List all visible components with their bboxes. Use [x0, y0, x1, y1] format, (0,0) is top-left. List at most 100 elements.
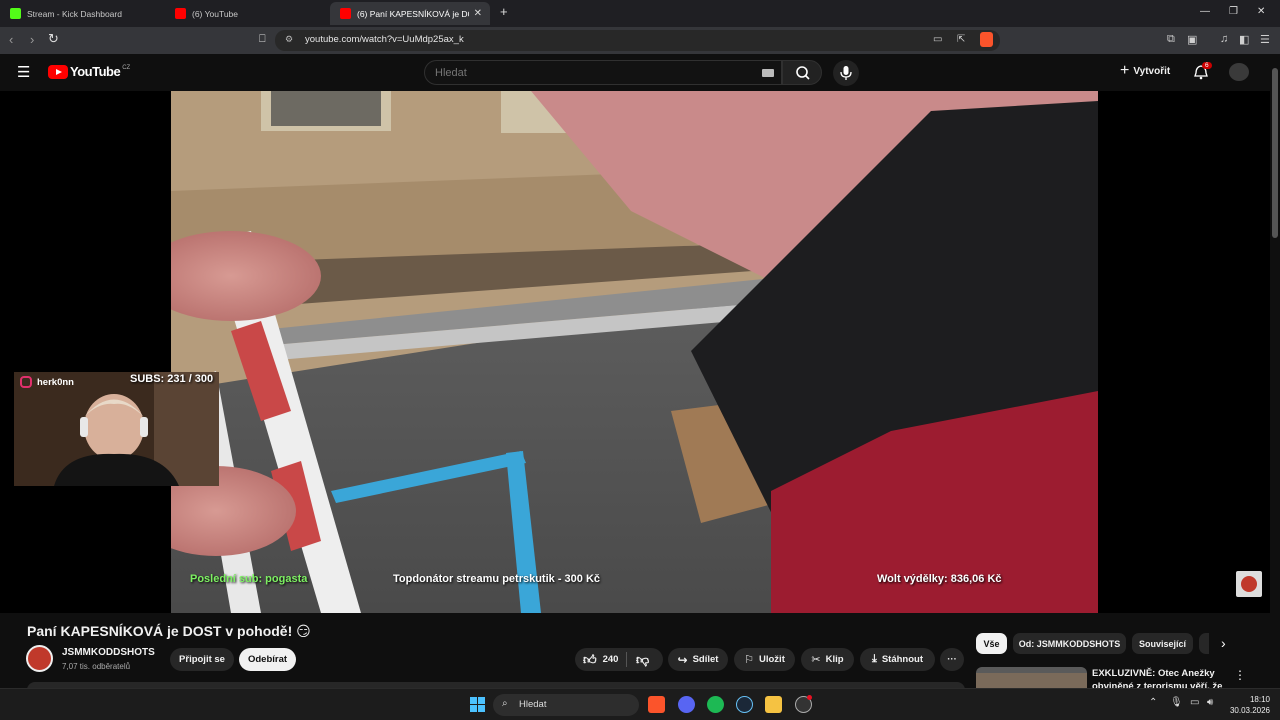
instagram-icon [20, 376, 32, 388]
search-input[interactable] [425, 61, 745, 84]
restore-icon[interactable]: ❐ [1229, 6, 1238, 17]
chip-related[interactable]: Související [1132, 633, 1193, 654]
search-button[interactable] [782, 60, 822, 85]
tab-kick-dashboard[interactable]: Stream - Kick Dashboard [0, 2, 165, 25]
back-icon[interactable]: ‹ [9, 32, 13, 47]
divider [626, 652, 627, 667]
reload-icon[interactable]: ↻ [48, 31, 59, 47]
chevron-right-icon[interactable]: › [1221, 635, 1226, 651]
steam-icon[interactable] [736, 696, 753, 713]
extensions-icon[interactable]: ⧉ [1167, 33, 1175, 46]
keyboard-icon[interactable] [762, 69, 774, 77]
country-code: CZ [122, 64, 131, 71]
download-button[interactable]: ⤓ Stáhnout [860, 648, 935, 671]
subs-goal-text: SUBS: 231 / 300 [130, 373, 214, 385]
notifications-button[interactable]: 6 [1193, 62, 1212, 85]
video-player[interactable]: Poslední sub: pogasta Topdonátor streamu… [0, 91, 1270, 613]
like-button[interactable]: 👍︎ [583, 652, 597, 668]
youtube-logo[interactable]: YouTube CZ [48, 64, 130, 79]
chip-partial[interactable] [1199, 633, 1209, 654]
brave-browser-icon[interactable] [648, 696, 665, 713]
kebab-menu-icon[interactable]: ⋮ [1234, 668, 1246, 682]
tab-youtube[interactable]: (6) YouTube [165, 2, 330, 25]
taskbar-search-placeholder: Hledat [519, 699, 547, 710]
tab-label: (6) Paní KAPESNÍKOVÁ je DOST v [357, 8, 469, 19]
system-clock[interactable]: 18:10 30.03.2026 [1228, 694, 1270, 716]
discord-icon[interactable] [678, 696, 695, 713]
search-icon [796, 66, 810, 80]
channel-watermark[interactable] [1236, 571, 1262, 597]
create-label: Vytvořit [1133, 65, 1171, 77]
tab-label: Stream - Kick Dashboard [27, 8, 122, 19]
create-button[interactable]: + Vytvořit [1120, 62, 1171, 79]
video-title: Paní KAPESNÍKOVÁ je DOST v pohodě! 😏 [27, 623, 311, 639]
brave-shield-icon[interactable] [980, 32, 993, 47]
share-icon: ↪ [677, 652, 688, 667]
instagram-handle: herk0nn [37, 376, 74, 388]
minimize-icon[interactable]: — [1200, 6, 1210, 17]
start-button[interactable] [470, 697, 485, 712]
close-window-icon[interactable]: ✕ [1257, 6, 1265, 17]
spotify-icon[interactable] [707, 696, 724, 713]
share-button[interactable]: ↪ Sdílet [668, 648, 728, 671]
tray-chevron-icon[interactable]: ⌃ [1149, 697, 1157, 708]
youtube-favicon-icon [340, 8, 351, 19]
sidebar-toggle-icon[interactable]: ◧ [1239, 33, 1249, 46]
video-scene-image [171, 91, 1098, 613]
file-explorer-icon[interactable] [765, 696, 782, 713]
wolt-earnings-text: Wolt výdělky: 836,06 Kč [877, 573, 1002, 585]
microphone-tray-icon[interactable]: 🎙︎ [1170, 697, 1183, 708]
cast-icon[interactable]: ▭ [933, 34, 942, 45]
watermark-logo-icon [1241, 576, 1257, 592]
network-icon[interactable]: ▭ [1190, 697, 1199, 708]
forward-icon[interactable]: › [30, 32, 34, 47]
page-scrollbar[interactable] [1270, 54, 1280, 688]
subscribe-button[interactable]: Odebírat [239, 648, 296, 671]
more-actions-button[interactable]: ··· [940, 648, 964, 671]
scrollbar-thumb[interactable] [1272, 68, 1278, 238]
share-page-icon[interactable]: ⇱ [957, 34, 965, 45]
microphone-icon [840, 66, 852, 80]
url-text: youtube.com/watch?v=UuMdp25ax_k [305, 34, 464, 45]
media-icon[interactable]: ♫ [1220, 33, 1228, 45]
browser-toolbar: ‹ › ↻ ⎕ ⚙ youtube.com/watch?v=UuMdp25ax_… [0, 27, 1280, 54]
wallet-icon[interactable]: ▣ [1187, 33, 1197, 46]
join-button[interactable]: Připojit se [170, 648, 234, 671]
volume-icon[interactable]: 🔊︎ [1207, 697, 1213, 708]
scissors-icon: ✂ [811, 654, 821, 666]
recording-indicator-icon [807, 695, 812, 700]
webcam-overlay: herk0nn SUBS: 231 / 300 [14, 372, 219, 486]
windows-taskbar: ⌕ Hledat ⌃ 🎙︎ ▭ 🔊︎ 18:10 30.03.2026 [0, 688, 1280, 720]
address-bar[interactable]: ⚙ youtube.com/watch?v=UuMdp25ax_k ▭ ⇱ [275, 30, 1000, 51]
streamer-webcam-image [14, 372, 219, 486]
share-label: Sdílet [692, 654, 719, 665]
clip-button[interactable]: ✂ Klip [801, 648, 854, 671]
voice-search-button[interactable] [833, 60, 859, 86]
tab-video-active[interactable]: (6) Paní KAPESNÍKOVÁ je DOST v ✕ [330, 2, 490, 25]
hamburger-menu-icon[interactable]: ☰ [17, 63, 30, 81]
taskbar-search[interactable]: ⌕ Hledat [493, 694, 639, 716]
channel-name[interactable]: JSMMKODDSHOTS [62, 647, 155, 658]
browser-tab-bar: Stream - Kick Dashboard (6) YouTube (6) … [0, 0, 1280, 27]
account-avatar[interactable] [1229, 63, 1249, 81]
menu-icon[interactable]: ☰ [1260, 33, 1270, 46]
subscriber-count: 7,07 tis. odběratelů [62, 662, 131, 671]
download-icon: ⤓ [871, 653, 877, 665]
channel-avatar[interactable] [26, 645, 53, 672]
search-box[interactable] [424, 60, 782, 85]
save-button[interactable]: ⚐ Uložit [734, 648, 795, 671]
bookmark-icon[interactable]: ⎕ [259, 33, 266, 46]
dislike-button[interactable]: 👎︎ [636, 652, 649, 668]
new-tab-button[interactable]: + [500, 4, 508, 19]
related-video-title[interactable]: EXKLUZIVNĚ: Otec Anežky obviněné z teror… [1092, 667, 1224, 689]
chip-all[interactable]: Vše [976, 633, 1007, 654]
video-details: Paní KAPESNÍKOVÁ je DOST v pohodě! 😏 JSM… [0, 613, 1270, 692]
clip-label: Klip [825, 654, 844, 665]
plus-icon: + [1120, 62, 1130, 79]
instagram-tag: herk0nn [20, 376, 74, 388]
chip-from-channel[interactable]: Od: JSMMKODDSHOTS [1013, 633, 1126, 654]
like-dislike-group: 👍︎ 240 👎︎ [575, 648, 663, 671]
close-tab-icon[interactable]: ✕ [474, 8, 482, 19]
site-info-icon[interactable]: ⚙ [285, 34, 293, 45]
video-frame[interactable]: Poslední sub: pogasta Topdonátor streamu… [171, 91, 1098, 613]
